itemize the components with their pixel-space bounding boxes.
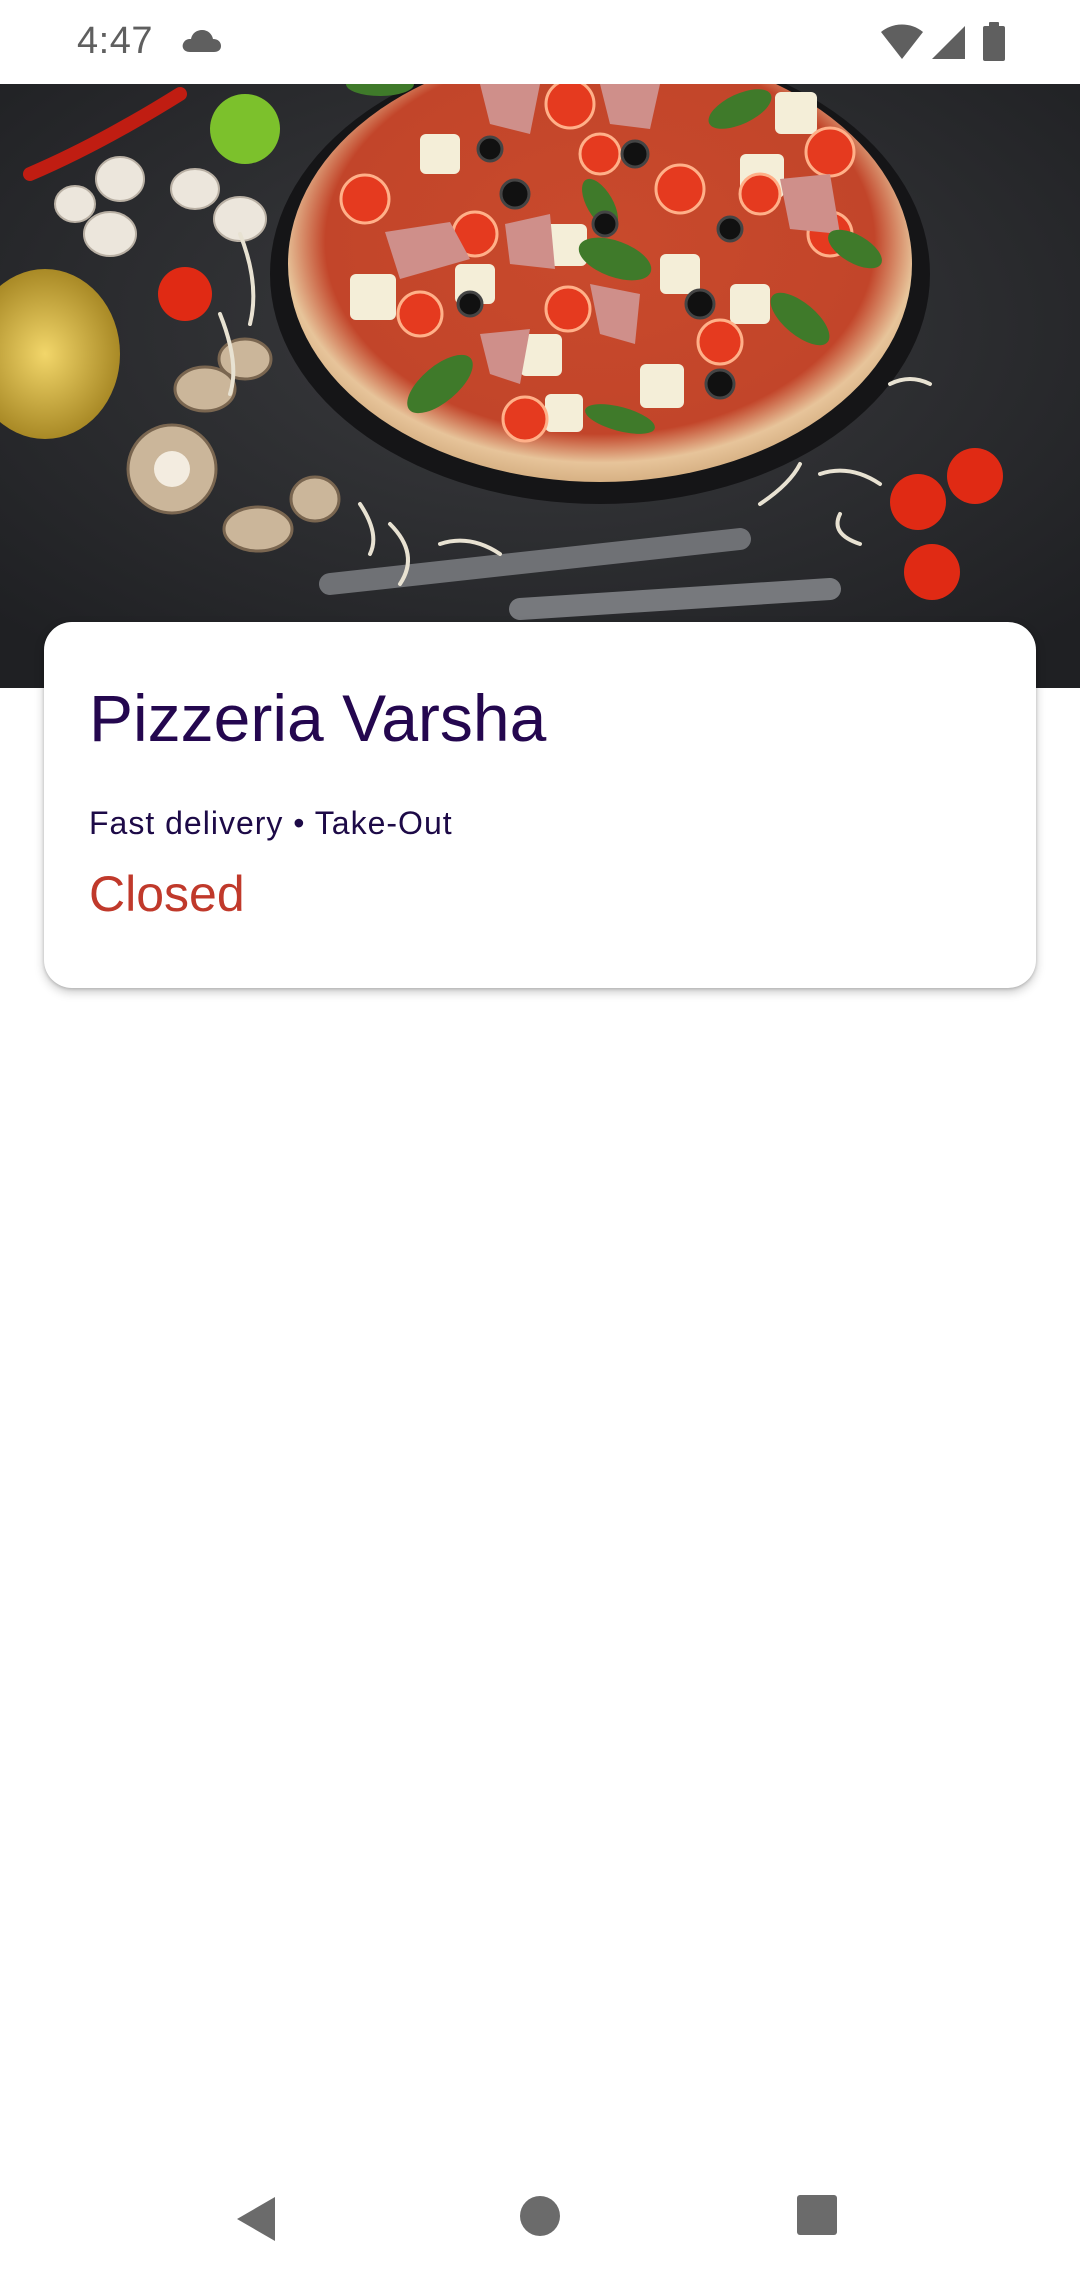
- restaurant-name: Pizzeria Varsha: [89, 681, 547, 755]
- status-time: 4:47: [77, 20, 153, 62]
- back-icon[interactable]: [233, 2194, 279, 2249]
- cellular-signal-icon: [930, 24, 966, 65]
- status-closed-label: Closed: [89, 866, 245, 922]
- battery-icon: [982, 22, 1006, 67]
- cloud-icon: [180, 28, 222, 59]
- home-icon[interactable]: [518, 2194, 562, 2243]
- restaurant-tags: Fast delivery • Take-Out: [89, 805, 453, 841]
- system-navigation-bar: [0, 2156, 1080, 2280]
- wifi-icon: [880, 24, 924, 65]
- restaurant-info-card: Pizzeria Varsha Fast delivery • Take-Out…: [44, 622, 1036, 988]
- status-bar: 4:47: [0, 0, 1080, 84]
- recents-icon[interactable]: [796, 2194, 838, 2241]
- restaurant-hero-image: [0, 84, 1080, 688]
